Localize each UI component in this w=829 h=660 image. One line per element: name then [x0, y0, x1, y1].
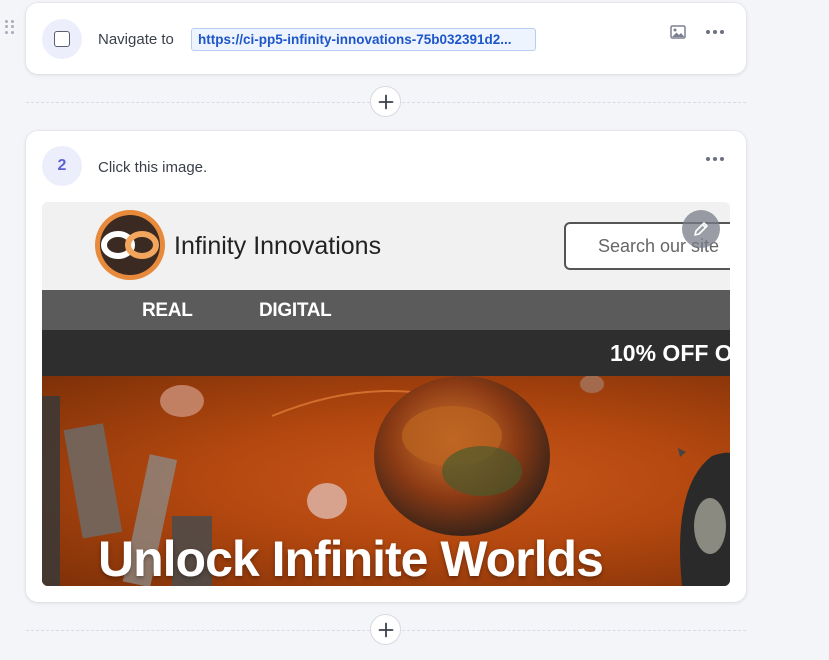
site-header: Infinity Innovations Search our site: [42, 202, 730, 290]
promo-text: 10% OFF O: [610, 340, 730, 366]
step-badge[interactable]: [42, 19, 82, 59]
site-nav: REAL DIGITAL: [42, 290, 730, 330]
checkbox-icon[interactable]: [54, 31, 70, 47]
step-badge: 2: [42, 146, 82, 186]
site-nav-item: REAL: [142, 300, 193, 321]
step-screenshot[interactable]: Infinity Innovations Search our site REA…: [42, 202, 730, 586]
hero-title: Unlock Infinite Worlds: [98, 531, 604, 586]
step-card-2: 2 Click this image. Infinity Innovations…: [26, 131, 746, 602]
site-nav-item: DIGITAL: [259, 300, 332, 321]
image-icon[interactable]: [669, 23, 687, 41]
more-options-icon[interactable]: [704, 23, 726, 41]
add-step-button[interactable]: [370, 614, 401, 645]
drag-handle-icon[interactable]: [5, 20, 15, 34]
add-step-button[interactable]: [370, 86, 401, 117]
edit-image-button[interactable]: [682, 210, 720, 248]
step-number: 2: [57, 157, 67, 174]
pencil-icon: [694, 222, 708, 236]
url-chip[interactable]: https://ci-pp5-infinity-innovations-75b0…: [191, 28, 536, 51]
site-hero: Unlock Infinite Worlds: [42, 376, 730, 586]
plus-icon: [378, 94, 393, 109]
plus-icon: [378, 622, 393, 637]
step-card-1: Navigate to https://ci-pp5-infinity-inno…: [26, 3, 746, 74]
step-text: Click this image.: [98, 159, 208, 176]
site-promo-bar: 10% OFF O: [42, 330, 730, 376]
step-text: Navigate to: [98, 31, 174, 48]
site-brand: Infinity Innovations: [174, 232, 382, 260]
more-options-icon[interactable]: [704, 150, 726, 168]
infinity-logo-icon: [95, 210, 165, 280]
